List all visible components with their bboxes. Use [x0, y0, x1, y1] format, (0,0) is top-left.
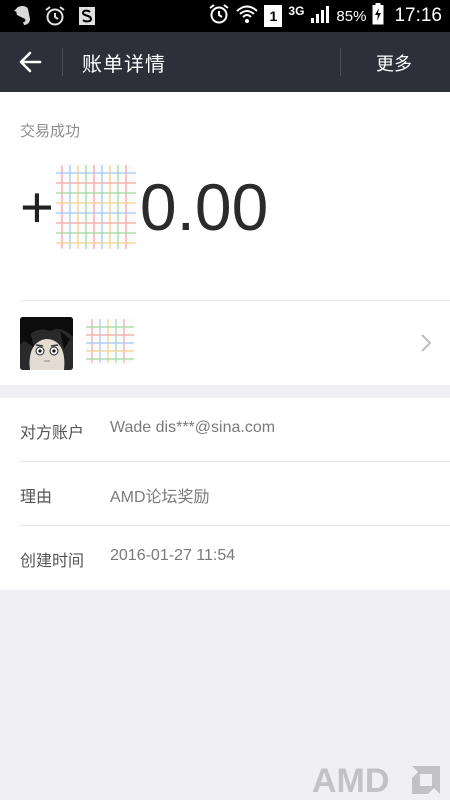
transaction-summary: 交易成功 + 0.00: [0, 92, 450, 385]
detail-value: Wade dis***@sina.com: [110, 419, 276, 436]
transaction-details: 对方账户 Wade dis***@sina.com 理由 AMD论坛奖励 创建时…: [0, 398, 450, 590]
header-divider: [62, 48, 63, 76]
amd-watermark-logo: AMD: [312, 762, 444, 800]
header-divider: [340, 48, 341, 76]
s-app-icon: [76, 5, 98, 27]
missing-glyph-icon: [86, 319, 134, 363]
signal-icon: [310, 4, 330, 28]
amount-sign: +: [20, 174, 54, 240]
sim-icon: 1: [264, 5, 283, 27]
more-button[interactable]: 更多: [376, 50, 412, 76]
detail-label: 对方账户: [20, 423, 85, 442]
alarm-icon: [44, 5, 66, 27]
avatar: [20, 317, 73, 370]
missing-glyph-icon: [55, 165, 136, 249]
detail-row-counterparty: 对方账户 Wade dis***@sina.com: [0, 398, 450, 462]
chevron-right-icon: [420, 333, 432, 357]
detail-row-reason: 理由 AMD论坛奖励: [0, 462, 450, 526]
transaction-status: 交易成功: [20, 122, 81, 140]
app-header: 账单详情 更多: [0, 32, 450, 92]
network-type-label: 3G: [288, 4, 305, 18]
clock: 17:16: [394, 5, 442, 26]
counterparty-row[interactable]: [0, 301, 450, 385]
watermark-text: AMD: [312, 762, 389, 798]
battery-charging-icon: [372, 3, 384, 29]
detail-row-created-time: 创建时间 2016-01-27 11:54: [0, 526, 450, 590]
detail-label: 理由: [20, 487, 53, 506]
back-button[interactable]: [12, 47, 48, 77]
detail-label: 创建时间: [20, 551, 85, 570]
alarm-icon: [208, 3, 230, 29]
status-bar: 1 3G 85% 17:16: [0, 0, 450, 32]
back-arrow-icon: [19, 51, 42, 73]
detail-value: AMD论坛奖励: [110, 489, 210, 506]
evernote-icon: [12, 5, 34, 27]
wifi-icon: [236, 4, 259, 28]
amount-value: 0.00: [139, 170, 269, 244]
detail-value: 2016-01-27 11:54: [110, 547, 236, 564]
battery-percent: 85%: [336, 7, 367, 25]
page-title: 账单详情: [82, 52, 166, 76]
amount-display: + 0.00: [20, 162, 268, 252]
